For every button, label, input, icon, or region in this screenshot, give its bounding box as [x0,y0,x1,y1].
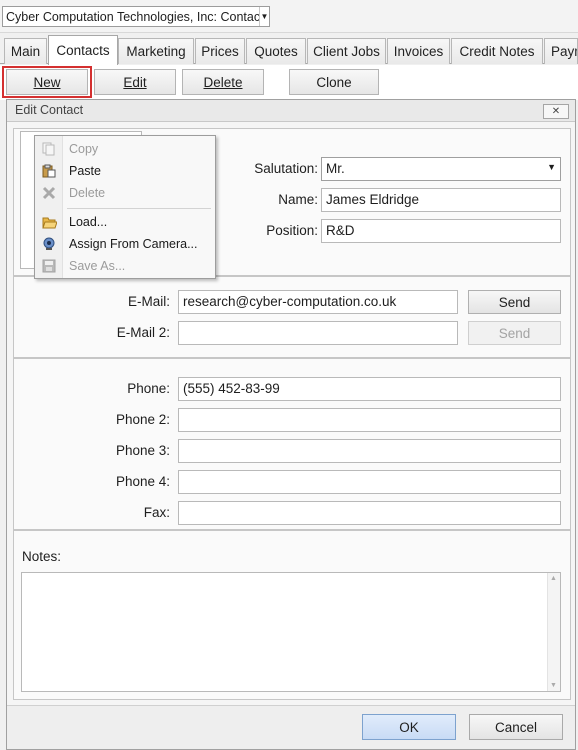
copy-icon [35,142,63,156]
menu-separator [67,208,211,209]
name-label: Name: [278,192,318,207]
menu-item-paste[interactable]: Paste [35,160,215,182]
menu-item-paste-label: Paste [69,164,101,178]
tab-contacts[interactable]: Contacts [48,35,118,65]
notes-label: Notes: [22,549,62,564]
menu-item-load-label: Load... [69,215,108,229]
menu-item-delete-label: Delete [69,186,106,200]
salutation-label: Salutation: [254,161,318,176]
close-icon[interactable]: ✕ [543,104,569,119]
menu-item-delete[interactable]: Delete [35,182,215,204]
tab-main[interactable]: Main [4,38,47,64]
email-label: E-Mail: [127,294,170,309]
clone-button[interactable]: Clone [289,69,379,95]
phone3-field[interactable] [178,439,561,463]
clone-button-label: Clone [316,74,352,90]
fax-field[interactable] [178,501,561,525]
paste-icon [35,164,63,178]
email-panel: E-Mail: research@cyber-computation.co.uk… [13,276,571,358]
position-field[interactable]: R&D [321,219,561,243]
ok-button[interactable]: OK [362,714,456,740]
scroll-down-icon[interactable]: ▼ [550,682,557,689]
salutation-value: Mr. [326,161,345,176]
phone3-label: Phone 3: [115,443,170,458]
delete-button[interactable]: Delete [182,69,264,95]
folder-open-icon [35,216,63,229]
dialog-title: Edit Contact [15,103,84,117]
menu-item-save-as[interactable]: Save As... [35,255,215,277]
tab-quotes[interactable]: Quotes [246,38,306,64]
salutation-select[interactable]: Mr. ▼ [321,157,561,181]
webcam-icon [35,237,63,251]
title-bar: Cyber Computation Technologies, Inc: Con… [0,0,578,33]
scroll-up-icon[interactable]: ▲ [550,575,557,582]
floppy-disk-icon [35,259,63,273]
phone2-label: Phone 2: [115,412,170,427]
position-label: Position: [266,223,318,238]
menu-item-save-as-label: Save As... [69,259,126,273]
tab-invoices[interactable]: Invoices [387,38,450,64]
tab-prices[interactable]: Prices [195,38,245,64]
menu-item-copy[interactable]: Copy [35,138,215,160]
menu-item-load[interactable]: Load... [35,211,215,233]
company-selector-value: Cyber Computation Technologies, Inc: Con… [6,9,259,24]
fax-label: Fax: [143,505,170,520]
phone-field[interactable]: (555) 452-83-99 [178,377,561,401]
send-email2-button[interactable]: Send [468,321,561,345]
notes-textarea[interactable]: ▲ ▼ [21,572,561,692]
notes-scrollbar[interactable]: ▲ ▼ [547,573,560,691]
email2-field[interactable] [178,321,458,345]
tab-marketing[interactable]: Marketing [118,38,194,64]
email-field[interactable]: research@cyber-computation.co.uk [178,290,458,314]
menu-item-copy-label: Copy [69,142,99,156]
main-tabs: Main Contacts Marketing Prices Quotes Cl… [0,35,578,65]
edit-button-label: Edit [123,74,147,90]
chevron-down-icon[interactable]: ▼ [259,7,269,26]
edit-button[interactable]: Edit [94,69,176,95]
email2-label: E-Mail 2: [116,325,170,340]
delete-button-label: Delete [203,74,243,90]
tab-credit-notes[interactable]: Credit Notes [451,38,543,64]
new-button-highlight [2,66,92,98]
company-selector[interactable]: Cyber Computation Technologies, Inc: Con… [2,6,270,27]
phones-panel: Phone: (555) 452-83-99 Phone 2: Phone 3:… [13,358,571,530]
menu-item-assign-from-camera-label: Assign From Camera... [69,237,198,251]
name-field[interactable]: James Eldridge [321,188,561,212]
dialog-footer: OK Cancel [7,705,575,749]
dialog-title-bar: Edit Contact ✕ [7,100,575,122]
delete-x-icon [35,186,63,200]
phone4-field[interactable] [178,470,561,494]
tab-client-jobs[interactable]: Client Jobs [307,38,386,64]
phone4-label: Phone 4: [115,474,170,489]
chevron-down-icon: ▼ [547,162,556,172]
phone2-field[interactable] [178,408,561,432]
menu-item-assign-from-camera[interactable]: Assign From Camera... [35,233,215,255]
phone-label: Phone: [127,381,170,396]
cancel-button[interactable]: Cancel [469,714,563,740]
send-email-button[interactable]: Send [468,290,561,314]
tab-payments[interactable]: Paym [544,38,578,64]
photo-context-menu: Copy Paste Delete Load... Assign From Ca… [34,135,216,279]
